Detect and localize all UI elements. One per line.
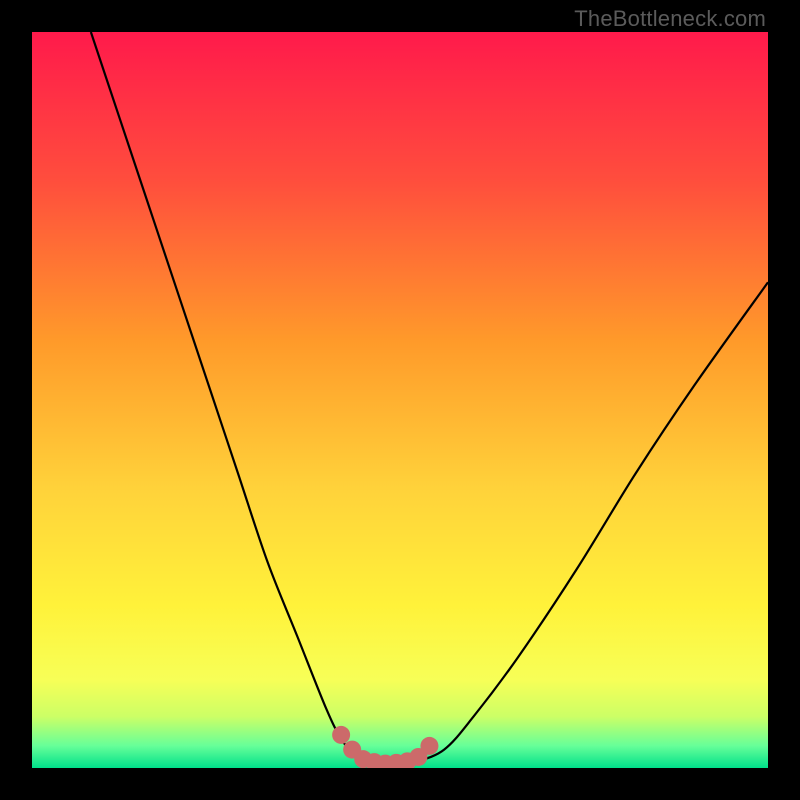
watermark-label: TheBottleneck.com <box>574 6 766 32</box>
chart-frame: TheBottleneck.com <box>0 0 800 800</box>
plot-area <box>32 32 768 768</box>
marker-point <box>420 737 438 755</box>
curve-layer <box>32 32 768 768</box>
bottleneck-curve <box>91 32 768 764</box>
marker-group <box>332 726 438 768</box>
marker-point <box>332 726 350 744</box>
